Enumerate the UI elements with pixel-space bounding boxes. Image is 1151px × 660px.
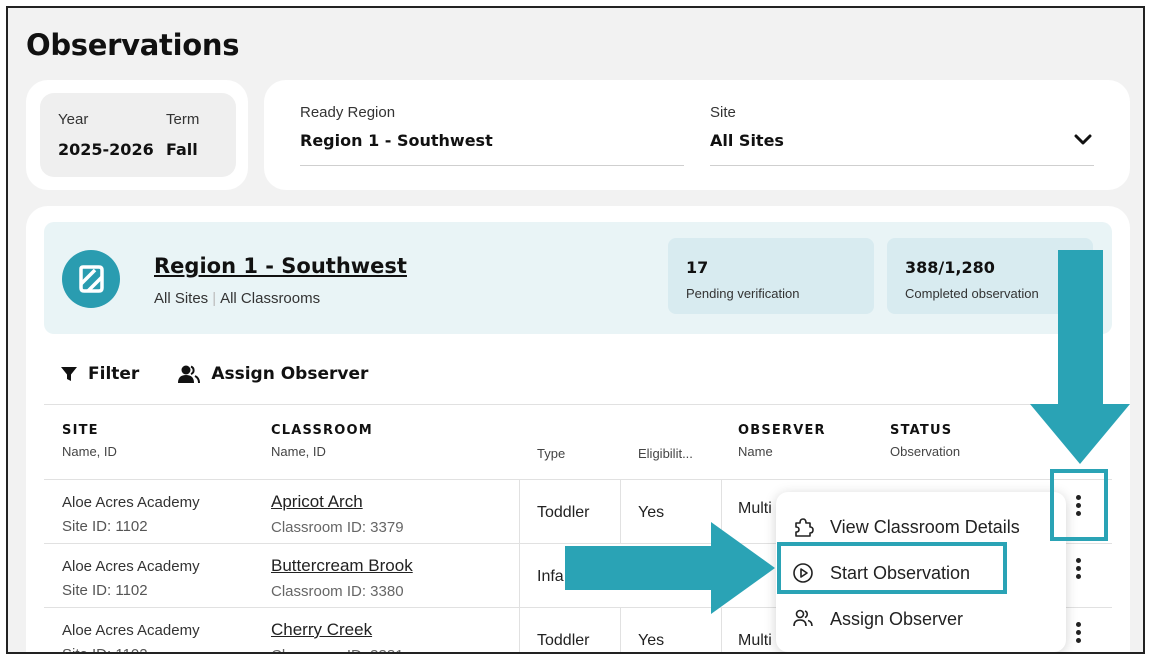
assign-observer-label: Assign Observer [211,364,369,384]
region-logo-icon [62,250,120,308]
header-classroom-title: CLASSROOM [271,423,373,438]
header-site[interactable]: SITE Name, ID [62,423,117,459]
classroom-id: Classroom ID: 3380 [271,583,404,600]
region-scope-sites: All Sites [154,290,209,307]
region-select[interactable]: Ready Region Region 1 - Southwest [300,104,684,166]
classroom-link[interactable]: Apricot Arch [271,492,363,512]
table-toolbar: Filter Assign Observer [60,362,406,386]
period-selector[interactable]: Year 2025-2026 Term Fall [40,93,236,177]
screenshot-frame: Observations Year 2025-2026 Term Fall Re… [6,6,1145,654]
page-title: Observations [26,28,240,62]
term-label: Term [166,111,200,128]
header-status-title: STATUS [890,423,953,438]
year-label: Year [58,111,89,128]
puzzle-icon [795,518,814,537]
region-select-value: Region 1 - Southwest [300,131,493,150]
stat-pending-value: 17 [686,258,709,277]
header-status[interactable]: STATUS Observation [890,423,960,459]
region-banner: Region 1 - Southwest All Sites | All Class… [44,222,1112,334]
site-name: Aloe Acres Academy [62,622,200,639]
classroom-id: Classroom ID: 3381 [271,647,404,652]
classroom-id: Classroom ID: 3379 [271,519,404,536]
cell-divider [519,544,520,608]
region-scope: All Sites | All Classrooms [154,290,320,307]
header-classroom[interactable]: CLASSROOM Name, ID [271,423,373,459]
region-name-link[interactable]: Region 1 - Southwest [154,254,407,278]
users-outline-icon [793,609,813,627]
users-icon [178,365,201,384]
type-cell: Toddler [537,632,590,649]
site-name: Aloe Acres Academy [62,494,200,511]
header-site-sub: Name, ID [62,444,117,459]
year-value: 2025-2026 [58,140,154,159]
observer-cell: Multi [738,500,772,517]
start-observation-highlight-box [777,542,1007,594]
cell-divider [519,480,520,544]
stat-pending: 17 Pending verification [668,238,874,314]
site-select[interactable]: Site All Sites [710,104,1094,166]
row-actions-kebab-icon[interactable] [1075,558,1081,580]
site-id: Site ID: 1102 [62,518,148,535]
period-card: Year 2025-2026 Term Fall [26,80,248,190]
filter-icon [61,367,77,381]
scope-separator: | [212,290,217,307]
filter-card: Ready Region Region 1 - Southwest Site A… [264,80,1130,190]
header-observer-sub: Name [738,444,773,459]
site-id: Site ID: 1102 [62,582,148,599]
cell-divider [721,608,722,652]
header-status-sub: Observation [890,444,961,459]
menu-view-classroom-details[interactable]: View Classroom Details [792,516,1020,538]
header-classroom-sub: Name, ID [271,444,326,459]
cell-divider [519,608,520,652]
eligibility-cell: Yes [638,504,665,521]
site-select-value: All Sites [710,131,784,150]
header-site-title: SITE [62,423,99,438]
classroom-link[interactable]: Buttercream Brook [271,556,413,576]
site-name: Aloe Acres Academy [62,558,200,575]
assign-observer-button[interactable]: Assign Observer [177,364,368,384]
right-arrow-annotation [565,522,775,614]
down-arrow-annotation [1030,250,1130,464]
region-scope-classrooms: All Classrooms [220,290,321,307]
eligibility-cell: Yes [638,632,665,649]
site-select-label: Site [710,104,736,121]
header-observer-title: OBSERVER [738,423,826,438]
site-id: Site ID: 1102 [62,646,148,652]
header-observer[interactable]: OBSERVER Name [738,423,826,459]
term-field: Term Fall [166,111,199,159]
header-eligibility[interactable]: Eligibilit... [638,446,693,461]
menu-assign-observer-label: Assign Observer [830,608,964,629]
filter-button-label: Filter [88,364,140,384]
stat-pending-label: Pending verification [686,286,800,301]
menu-view-classroom-details-label: View Classroom Details [830,516,1020,537]
filter-button[interactable]: Filter [60,364,139,384]
type-cell: Toddler [537,504,590,521]
menu-assign-observer[interactable]: Assign Observer [792,608,963,630]
observer-cell: Multi [738,632,772,649]
year-field: Year 2025-2026 [58,111,154,159]
region-select-label: Ready Region [300,104,396,121]
classroom-link[interactable]: Cherry Creek [271,620,372,640]
term-value: Fall [166,140,198,159]
table-header: SITE Name, ID CLASSROOM Name, ID Type El… [44,404,1112,480]
cell-divider [620,608,621,652]
kebab-highlight-box [1050,469,1108,541]
row-actions-kebab-icon[interactable] [1075,622,1081,644]
type-cell: Infa [537,568,564,585]
header-type[interactable]: Type [537,446,565,461]
chevron-down-icon[interactable] [1074,134,1092,146]
